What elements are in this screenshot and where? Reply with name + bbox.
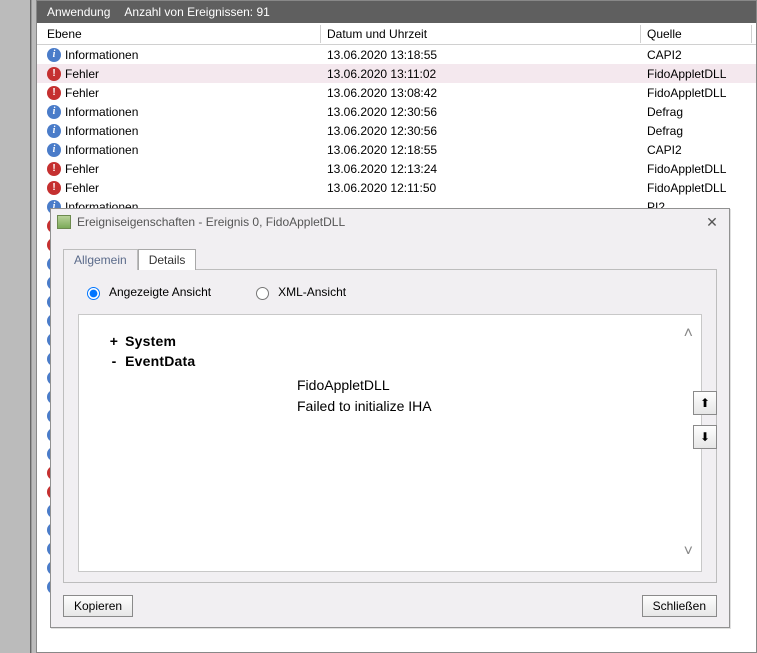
cell-date: 13.06.2020 12:30:56: [321, 105, 641, 119]
cell-date: 13.06.2020 13:08:42: [321, 86, 641, 100]
cell-date: 13.06.2020 12:18:55: [321, 143, 641, 157]
table-row[interactable]: Fehler 13.06.2020 13:08:42FidoAppletDLL: [37, 83, 756, 102]
cell-level-text: Informationen: [65, 143, 138, 157]
cell-level-text: Informationen: [65, 124, 138, 138]
tree-node-eventdata[interactable]: - EventData: [107, 353, 673, 369]
cell-date: 13.06.2020 13:11:02: [321, 67, 641, 81]
prev-event-button[interactable]: ⬆: [693, 391, 717, 415]
table-row[interactable]: Informationen 13.06.2020 12:30:56Defrag: [37, 102, 756, 121]
col-header-level[interactable]: Ebene: [41, 25, 321, 43]
error-icon: [47, 67, 61, 81]
cell-level: Informationen: [41, 48, 321, 62]
table-row[interactable]: Fehler 13.06.2020 12:13:24FidoAppletDLL: [37, 159, 756, 178]
radio-xml-label: XML-Ansicht: [278, 285, 346, 299]
dialog-titlebar[interactable]: Ereigniseigenschaften - Ereignis 0, Fido…: [51, 209, 729, 235]
tab-general[interactable]: Allgemein: [63, 249, 138, 270]
cell-level: Fehler: [41, 181, 321, 195]
table-row[interactable]: Informationen 13.06.2020 13:18:55CAPI2: [37, 45, 756, 64]
event-data-line-1: FidoAppletDLL: [297, 375, 673, 396]
dialog-title: Ereigniseigenschaften - Ereignis 0, Fido…: [77, 215, 345, 229]
cell-level-text: Fehler: [65, 181, 99, 195]
error-icon: [47, 86, 61, 100]
dialog-tabs: Allgemein Details: [63, 247, 717, 269]
viewer-toolbar: Anwendung Anzahl von Ereignissen: 91: [37, 1, 756, 23]
radio-xml-input[interactable]: [256, 287, 269, 300]
radio-friendly-input[interactable]: [87, 287, 100, 300]
cell-level: Fehler: [41, 162, 321, 176]
arrow-up-icon: ⬆: [700, 396, 710, 410]
cell-source: FidoAppletDLL: [641, 162, 752, 176]
next-event-button[interactable]: ⬇: [693, 425, 717, 449]
table-row[interactable]: Fehler 13.06.2020 12:11:50FidoAppletDLL: [37, 178, 756, 197]
cell-level: Fehler: [41, 86, 321, 100]
scroll-up-icon[interactable]: ˄: [684, 325, 693, 343]
event-count: Anzahl von Ereignissen: 91: [124, 5, 269, 19]
cell-level-text: Fehler: [65, 162, 99, 176]
collapse-icon[interactable]: -: [107, 353, 121, 369]
cell-date: 13.06.2020 13:18:55: [321, 48, 641, 62]
table-row[interactable]: Informationen 13.06.2020 12:30:56Defrag: [37, 121, 756, 140]
table-row[interactable]: Fehler 13.06.2020 13:11:02FidoAppletDLL: [37, 64, 756, 83]
col-header-source[interactable]: Quelle: [641, 25, 752, 43]
cell-source: FidoAppletDLL: [641, 86, 752, 100]
cell-source: CAPI2: [641, 48, 752, 62]
cell-source: FidoAppletDLL: [641, 67, 752, 81]
close-icon[interactable]: ✕: [701, 213, 723, 231]
cell-source: FidoAppletDLL: [641, 181, 752, 195]
cell-level: Informationen: [41, 143, 321, 157]
scroll-down-icon[interactable]: ˅: [684, 543, 693, 561]
dialog-app-icon: [57, 215, 71, 229]
cell-source: Defrag: [641, 124, 752, 138]
tree-node-eventdata-label: EventData: [125, 353, 195, 369]
tree-node-system-label: System: [125, 333, 176, 349]
cell-level: Informationen: [41, 124, 321, 138]
tab-details[interactable]: Details: [138, 249, 197, 270]
cell-level: Informationen: [41, 105, 321, 119]
info-icon: [47, 105, 61, 119]
log-name: Anwendung: [47, 5, 110, 19]
col-header-date[interactable]: Datum und Uhrzeit: [321, 25, 641, 43]
expand-icon[interactable]: +: [107, 333, 121, 349]
close-button[interactable]: Schließen: [642, 595, 717, 617]
cell-source: Defrag: [641, 105, 752, 119]
event-nav-buttons: ⬆ ⬇: [693, 391, 717, 449]
radio-friendly-label: Angezeigte Ansicht: [109, 285, 211, 299]
cell-level-text: Informationen: [65, 105, 138, 119]
event-properties-dialog: Ereigniseigenschaften - Ereignis 0, Fido…: [50, 208, 730, 628]
event-data-line-2: Failed to initialize IHA: [297, 396, 673, 417]
radio-friendly-view[interactable]: Angezeigte Ansicht: [82, 284, 211, 300]
copy-button[interactable]: Kopieren: [63, 595, 133, 617]
info-icon: [47, 124, 61, 138]
cell-level-text: Fehler: [65, 67, 99, 81]
cell-level-text: Informationen: [65, 48, 138, 62]
info-icon: [47, 143, 61, 157]
cell-source: CAPI2: [641, 143, 752, 157]
cell-date: 13.06.2020 12:30:56: [321, 124, 641, 138]
error-icon: [47, 162, 61, 176]
cell-level: Fehler: [41, 67, 321, 81]
cell-level-text: Fehler: [65, 86, 99, 100]
left-rule: [30, 0, 32, 653]
events-table-header: Ebene Datum und Uhrzeit Quelle: [37, 23, 756, 45]
info-icon: [47, 48, 61, 62]
dialog-footer: Kopieren Schließen: [63, 595, 717, 617]
table-row[interactable]: Informationen 13.06.2020 12:18:55CAPI2: [37, 140, 756, 159]
details-view-radios: Angezeigte Ansicht XML-Ansicht: [78, 282, 702, 302]
details-tabpanel: Angezeigte Ansicht XML-Ansicht + System …: [63, 269, 717, 583]
event-data-text: FidoAppletDLL Failed to initialize IHA: [297, 375, 673, 417]
radio-xml-view[interactable]: XML-Ansicht: [251, 284, 346, 300]
cell-date: 13.06.2020 12:13:24: [321, 162, 641, 176]
arrow-down-icon: ⬇: [700, 430, 710, 444]
cell-date: 13.06.2020 12:11:50: [321, 181, 641, 195]
tree-node-system[interactable]: + System: [107, 333, 673, 349]
event-details-box: + System - EventData FidoAppletDLL Faile…: [78, 314, 702, 572]
error-icon: [47, 181, 61, 195]
